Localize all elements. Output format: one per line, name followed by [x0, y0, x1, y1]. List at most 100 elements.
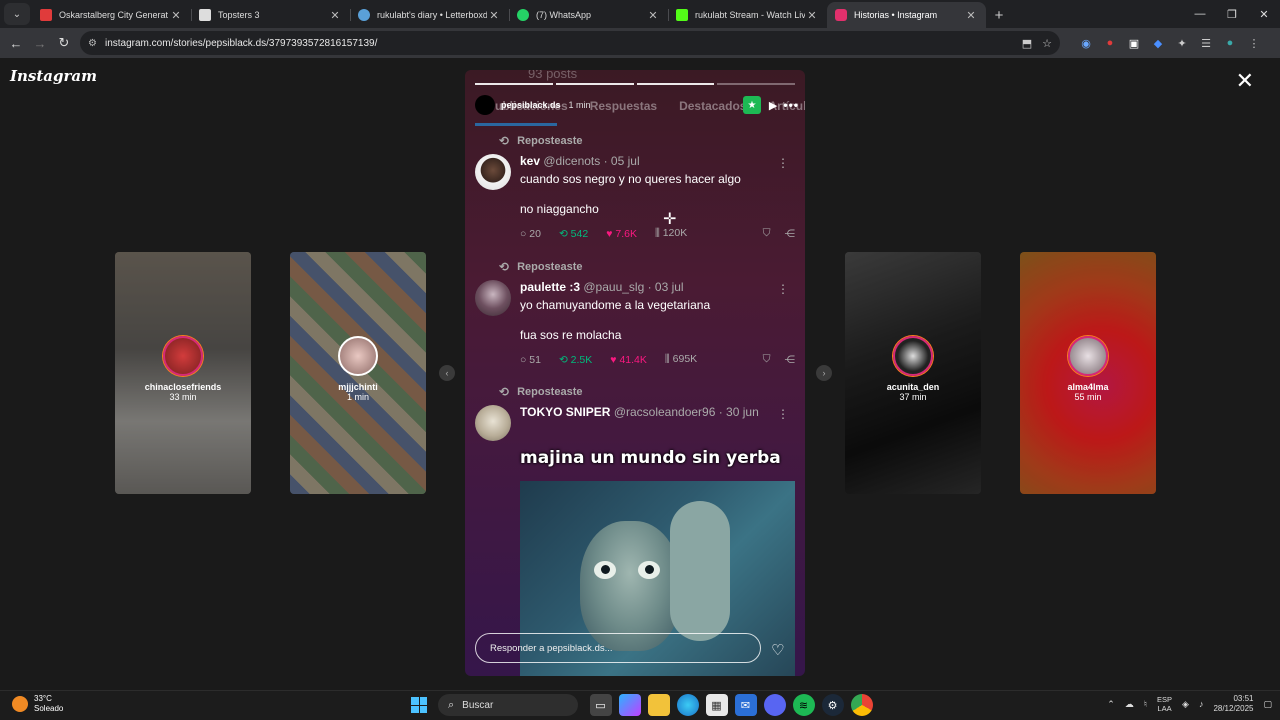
close-window-icon[interactable]: ✕ — [1248, 0, 1280, 28]
mail-icon[interactable]: ✉ — [734, 694, 757, 716]
tray-overflow-icon[interactable]: ⌃ — [1107, 699, 1115, 710]
story-thumbnail[interactable]: chinaclosefriends 33 min — [115, 252, 251, 494]
repost-icon: ⟲ — [499, 385, 510, 399]
tweet-author: TOKYO SNIPER — [520, 405, 611, 419]
story-owner: acunita_den 37 min — [845, 336, 981, 402]
bookmark-star-icon[interactable]: ☆ — [1042, 37, 1052, 50]
story-progress-bar — [475, 83, 795, 85]
minimize-icon[interactable]: — — [1184, 0, 1216, 28]
reload-icon[interactable]: ↻ — [52, 31, 76, 55]
maximize-icon[interactable]: ❐ — [1216, 0, 1248, 28]
edge-icon[interactable] — [676, 694, 699, 716]
more-options-icon[interactable]: ••• — [783, 98, 799, 112]
store-icon[interactable]: ▦ — [705, 694, 728, 716]
browser-tab[interactable]: Topsters 3 ✕ — [191, 2, 350, 28]
site-info-icon[interactable]: ⚙ — [88, 38, 97, 49]
tab-close-icon[interactable]: ✕ — [964, 9, 978, 22]
forward-icon[interactable]: → — [28, 31, 52, 55]
spotify-icon[interactable]: ≋ — [792, 694, 815, 716]
background-post-count: 93 posts — [528, 70, 578, 81]
clock[interactable]: 03:51 28/12/2025 — [1213, 694, 1253, 714]
instagram-stories-page: Instagram ✕ chinaclosefriends 33 min mjj… — [0, 58, 1280, 690]
weather-widget[interactable]: 33°C Soleado — [12, 694, 63, 714]
story-user-avatar[interactable] — [475, 95, 495, 115]
tab-title: Historias • Instagram — [854, 10, 938, 20]
reading-list-icon[interactable]: ☰ — [1194, 37, 1218, 50]
puzzle-icon[interactable]: ✦ — [1170, 37, 1194, 50]
back-icon[interactable]: ← — [4, 31, 28, 55]
tab-close-icon[interactable]: ✕ — [169, 9, 183, 22]
story-thumbnail[interactable]: alma4lma 55 min — [1020, 252, 1156, 494]
extension-icon[interactable]: ● — [1098, 37, 1122, 49]
story-username[interactable]: pepsiblack.ds — [501, 100, 561, 110]
tab-title: rukulabt's diary • Letterboxd — [377, 10, 487, 20]
language-indicator[interactable]: ESP LAA — [1157, 695, 1172, 713]
story-owner: chinaclosefriends 33 min — [115, 336, 251, 402]
weather-desc: Soleado — [34, 704, 64, 713]
tab-close-icon[interactable]: ✕ — [805, 9, 819, 22]
story-thumbnail[interactable]: acunita_den 37 min — [845, 252, 981, 494]
copilot-icon[interactable] — [618, 694, 641, 716]
previous-story-arrow[interactable]: ‹ — [439, 365, 455, 381]
file-explorer-icon[interactable] — [647, 694, 670, 716]
close-stories-icon[interactable]: ✕ — [1236, 68, 1254, 94]
microphone-icon[interactable]: ♮ — [1144, 699, 1147, 710]
post-menu-icon: ⋮ — [777, 282, 789, 296]
extension-icon[interactable]: ▣ — [1122, 37, 1146, 50]
extension-icon[interactable]: ◆ — [1146, 37, 1170, 50]
tab-close-icon[interactable]: ✕ — [487, 9, 501, 22]
wifi-icon[interactable]: ◈ — [1182, 699, 1189, 710]
active-story[interactable]: 93 posts Publicaciones Respuestas Destac… — [465, 70, 805, 676]
address-bar[interactable]: ⚙ instagram.com/stories/pepsiblack.ds/37… — [80, 31, 1060, 55]
story-thumbnail[interactable]: mjjjchinti 1 min — [290, 252, 426, 494]
profile-avatar[interactable]: ● — [1218, 37, 1242, 49]
tab-close-icon[interactable]: ✕ — [646, 9, 660, 22]
tweet-text: no niaggancho — [520, 202, 599, 216]
url-text: instagram.com/stories/pepsiblack.ds/3797… — [104, 37, 378, 49]
chrome-icon[interactable] — [850, 694, 873, 716]
tweet-row: TOKYO SNIPER @racsoleandoer96 · 30 jun — [475, 405, 795, 441]
volume-icon[interactable]: ♪ — [1199, 699, 1204, 709]
clock-time: 03:51 — [1233, 694, 1254, 703]
meme-caption: majina un mundo sin yerba — [520, 448, 781, 468]
network-app-icon[interactable]: ☁ — [1125, 699, 1134, 710]
new-tab-button[interactable]: + — [986, 7, 1012, 24]
discord-icon[interactable] — [763, 694, 786, 716]
tweet-text: cuando sos negro y no queres hacer algo — [520, 172, 741, 186]
clock-date: 28/12/2025 — [1213, 704, 1254, 713]
browser-tab-active[interactable]: Historias • Instagram ✕ — [827, 2, 986, 28]
play-icon[interactable]: ▶ — [769, 99, 777, 112]
post-menu-icon: ⋮ — [777, 156, 789, 170]
taskbar-search[interactable]: ⌕ Buscar — [438, 694, 578, 716]
tweet-handle: @racsoleandoer96 · 30 jun — [613, 405, 759, 419]
tab-close-icon[interactable]: ✕ — [328, 9, 342, 22]
extension-icon[interactable]: ◉ — [1074, 37, 1098, 50]
lang-code: ESP — [1157, 695, 1173, 704]
story-time: 1 min — [346, 392, 369, 402]
avatar — [338, 336, 378, 376]
start-button-icon[interactable] — [408, 694, 430, 716]
notifications-icon[interactable]: ▢ — [1263, 699, 1272, 710]
instagram-logo[interactable]: Instagram — [10, 67, 97, 85]
next-story-arrow[interactable]: › — [816, 365, 832, 381]
sun-icon — [12, 696, 28, 712]
avatar — [163, 336, 203, 376]
tab-favicon — [676, 9, 688, 21]
browser-tab[interactable]: rukulabt Stream - Watch Live o ✕ — [668, 2, 827, 28]
repost-text: Reposteaste — [517, 386, 583, 398]
browser-tab[interactable]: Oskarstalberg City Generat ✕ — [32, 2, 191, 28]
extensions-area: ◉ ● ▣ ◆ ✦ ☰ ● ⋮ — [1074, 37, 1266, 50]
repost-icon: ⟲ — [499, 134, 510, 148]
reply-input[interactable]: Responder a pepsiblack.ds... — [475, 633, 761, 663]
menu-icon[interactable]: ⋮ — [1242, 37, 1266, 50]
browser-tab[interactable]: (7) WhatsApp ✕ — [509, 2, 668, 28]
browser-tab[interactable]: rukulabt's diary • Letterboxd ✕ — [350, 2, 509, 28]
install-app-icon[interactable]: ⬒ — [1022, 37, 1032, 50]
task-view-icon[interactable]: ▭ — [589, 694, 612, 716]
like-count: ♥ 41.4K — [610, 353, 647, 366]
like-story-heart-icon[interactable]: ♡ — [771, 641, 784, 659]
tab-favicon — [835, 9, 847, 21]
reply-count: ○ 51 — [520, 353, 541, 366]
steam-icon[interactable]: ⚙ — [821, 694, 844, 716]
tab-search-button[interactable]: ⌄ — [4, 3, 30, 25]
